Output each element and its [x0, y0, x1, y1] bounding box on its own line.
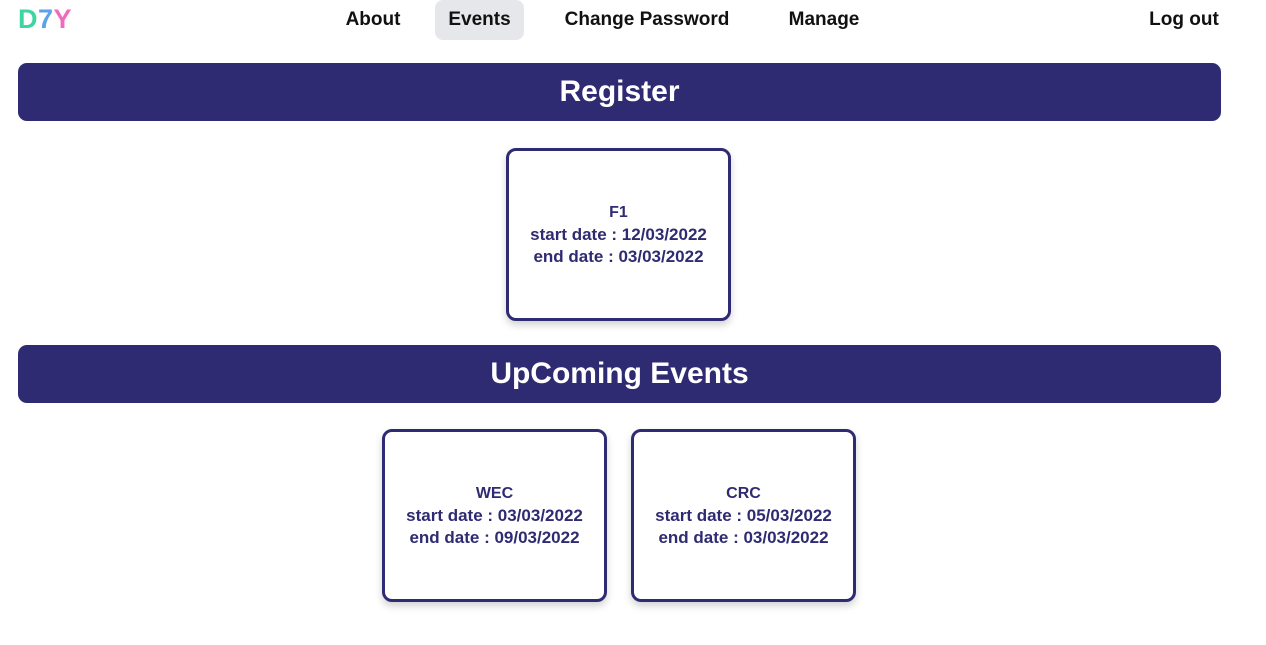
event-end-date: end date : 09/03/2022	[409, 527, 580, 547]
top-navbar: D7Y About Events Change Password Manage …	[0, 0, 1266, 44]
event-name: CRC	[726, 484, 761, 502]
event-start-date: start date : 12/03/2022	[530, 224, 707, 244]
event-start-date: start date : 03/03/2022	[406, 505, 583, 525]
nav-manage-link[interactable]: Manage	[776, 0, 872, 40]
logo-letter: D	[18, 4, 38, 34]
event-card-wec[interactable]: WEC start date : 03/03/2022 end date : 0…	[382, 429, 607, 602]
register-section-header: Register	[18, 63, 1221, 121]
logout-link[interactable]: Log out	[1139, 0, 1229, 40]
nav-change-password-link[interactable]: Change Password	[549, 0, 745, 40]
event-end-date: end date : 03/03/2022	[533, 246, 704, 266]
nav-about-link[interactable]: About	[336, 0, 410, 40]
logo-letter: 7	[38, 4, 54, 34]
event-card-crc[interactable]: CRC start date : 05/03/2022 end date : 0…	[631, 429, 856, 602]
upcoming-events-section-header: UpComing Events	[18, 345, 1221, 403]
event-name: F1	[609, 203, 628, 221]
event-start-date: start date : 05/03/2022	[655, 505, 832, 525]
event-end-date: end date : 03/03/2022	[658, 527, 829, 547]
logo[interactable]: D7Y	[18, 2, 72, 36]
nav-events-link[interactable]: Events	[435, 0, 524, 40]
logo-letter: Y	[53, 4, 73, 34]
event-card-f1[interactable]: F1 start date : 12/03/2022 end date : 03…	[506, 148, 731, 321]
event-name: WEC	[475, 484, 514, 502]
